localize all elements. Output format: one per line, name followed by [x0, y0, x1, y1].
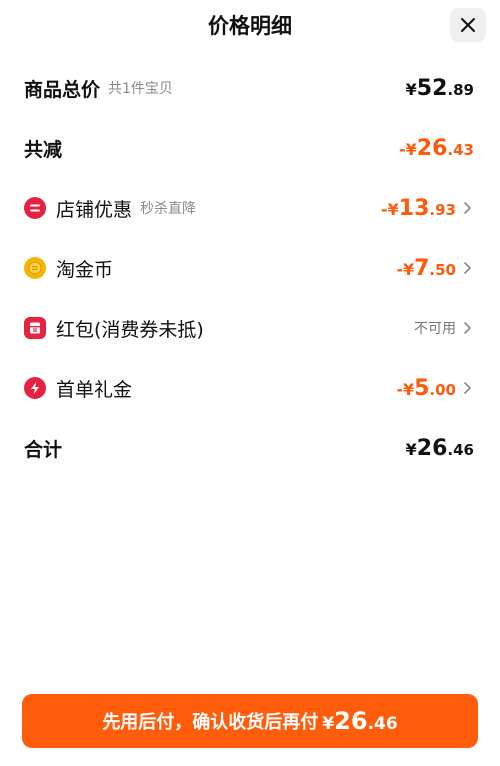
price-decimal: .89: [447, 80, 474, 99]
currency-symbol: -¥: [396, 379, 415, 399]
price-decimal: .46: [447, 440, 474, 459]
gold-coin-label: 淘金币: [56, 258, 114, 281]
price-integer: 26: [416, 135, 448, 161]
row-red-packet[interactable]: 红包(消费券未抵) 不可用: [0, 298, 500, 358]
row-gold-coin[interactable]: 淘金币 -¥ 7.50: [0, 238, 500, 298]
lightning-icon: [24, 377, 46, 399]
price-integer: 52: [416, 75, 448, 101]
row-total-goods: 商品总价 共1件宝贝 ¥52.89: [0, 58, 500, 118]
price-integer: 5: [414, 375, 430, 401]
shop-discount-tag: 秒杀直降: [140, 201, 197, 217]
close-icon: [461, 18, 475, 32]
gold-coin-icon: [24, 257, 46, 279]
row-total-reduce: 共减 -¥ 26.43: [0, 118, 500, 178]
currency-symbol: ¥: [322, 714, 335, 734]
pay-later-price: ¥26.46: [322, 707, 397, 735]
sum-label: 合计: [24, 438, 63, 461]
chevron-right-icon: [464, 262, 471, 274]
currency-symbol: -¥: [381, 199, 399, 219]
currency-symbol: ¥: [405, 79, 417, 99]
currency-symbol: ¥: [405, 439, 417, 459]
gold-coin-price: -¥ 7.50: [396, 256, 456, 281]
price-integer: 7: [414, 255, 430, 281]
price-detail-list: 商品总价 共1件宝贝 ¥52.89 共减 -¥26.43 店铺优惠 秒杀直降: [0, 58, 500, 478]
price-decimal: .43: [447, 140, 474, 159]
chevron-right-icon: [464, 382, 471, 394]
currency-symbol: -¥: [396, 259, 415, 279]
chevron-right-icon: [464, 202, 471, 214]
header: 价格明细: [0, 0, 500, 52]
total-goods-count: 共1件宝贝: [108, 81, 173, 97]
price-integer: 26: [334, 707, 368, 735]
row-shop-discount[interactable]: 店铺优惠 秒杀直降 -¥ 13.93: [0, 178, 500, 238]
price-decimal: .50: [429, 260, 456, 279]
total-reduce-price: -¥ 26.43: [399, 136, 474, 161]
chevron-right-icon: [464, 322, 471, 334]
shop-discount-label: 店铺优惠: [56, 198, 133, 221]
red-packet-status: 不可用: [414, 321, 456, 337]
price-decimal: .46: [367, 714, 398, 734]
page-title: 价格明细: [208, 14, 292, 38]
pay-later-text: 先用后付，确认收货后再付: [102, 712, 319, 733]
red-packet-label: 红包(消费券未抵): [56, 318, 204, 341]
price-integer: 13: [398, 195, 430, 221]
total-goods-label: 商品总价: [24, 78, 101, 101]
price-integer: 26: [416, 435, 448, 461]
total-goods-price: ¥52.89: [406, 76, 474, 101]
total-reduce-label: 共减: [24, 138, 63, 161]
pay-later-button[interactable]: 先用后付，确认收货后再付 ¥26.46: [22, 694, 478, 748]
close-button[interactable]: [450, 8, 486, 42]
row-sum: 合计 ¥26.46: [0, 418, 500, 478]
shop-discount-price: -¥ 13.93: [381, 196, 456, 221]
currency-symbol: -¥: [399, 139, 417, 159]
price-decimal: .93: [429, 200, 456, 219]
minus-badge-icon: [24, 197, 46, 219]
red-packet-icon: [24, 317, 46, 339]
first-order-price: -¥ 5.00: [396, 376, 456, 401]
row-first-order[interactable]: 首单礼金 -¥ 5.00: [0, 358, 500, 418]
first-order-label: 首单礼金: [56, 378, 133, 401]
sum-price: ¥26.46: [406, 436, 474, 461]
price-decimal: .00: [429, 380, 456, 399]
